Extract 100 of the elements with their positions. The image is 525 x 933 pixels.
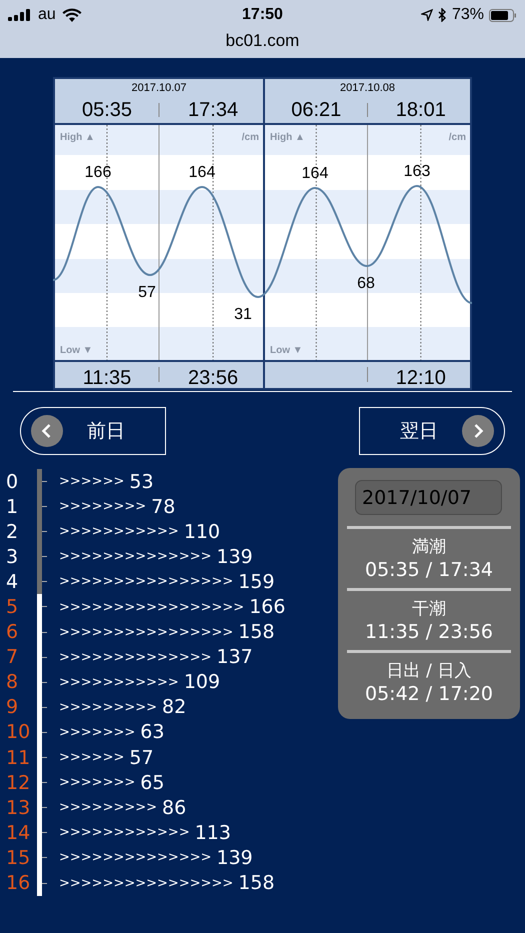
hour-label: 16: [5, 872, 32, 894]
hour-label: 13: [5, 796, 32, 819]
clock-time: 17:50: [242, 6, 283, 23]
timeline-segment: [36, 620, 47, 645]
timeline-segment: [36, 594, 47, 620]
section-times: 11:35 / 23:56: [365, 620, 493, 644]
section-times: 05:35 / 17:34: [365, 558, 493, 582]
timeline-segment: [36, 845, 47, 870]
tide-level: 110: [184, 520, 220, 543]
tide-level-label: 31: [234, 306, 252, 323]
level-arrows: >>>>>>>: [59, 724, 136, 740]
section-label: 干潮: [412, 599, 446, 620]
timeline-segment: [36, 670, 47, 695]
hour-label: 5: [5, 596, 20, 618]
hour-label: 14: [5, 822, 32, 844]
tide-level-label: 164: [302, 165, 328, 182]
level-arrows: >>>>>>>>>>>>>>: [59, 549, 212, 564]
tide-level: 53: [129, 470, 154, 493]
hour-label: 1: [5, 496, 20, 518]
high-tide-time: 17:34: [188, 99, 238, 121]
hour-label: 6: [5, 621, 20, 644]
section-label: 日出 / 日入: [386, 661, 472, 682]
low-legend: Low ▼: [270, 345, 303, 356]
hour-label: 10: [5, 721, 32, 744]
level-arrows: >>>>>>>>>: [59, 700, 158, 715]
timeline-segment: [36, 870, 47, 896]
tide-level: 63: [140, 721, 164, 744]
level-arrows: >>>>>>>>>>>>>>>>: [59, 574, 234, 590]
timeline-segment: [36, 770, 47, 796]
timeline-segment: [36, 519, 47, 544]
low-tide-time: 12:10: [396, 367, 446, 389]
tide-level-label: 166: [84, 164, 112, 181]
high-legend: High ▲: [270, 132, 305, 143]
timeline-segment: [36, 820, 47, 846]
hour-label: 2: [5, 520, 20, 543]
level-arrows: >>>>>>: [59, 474, 124, 490]
tide-level: 82: [162, 696, 186, 718]
low-legend: Low ▼: [60, 345, 93, 356]
hour-label: 7: [5, 646, 20, 668]
level-arrows: >>>>>>>>>>>: [59, 524, 179, 540]
hour-label: 9: [5, 696, 20, 718]
tide-level: 139: [216, 546, 253, 568]
level-arrows: >>>>>>>>>>>>>>>>: [59, 624, 234, 640]
level-arrows: >>>>>>: [59, 750, 124, 766]
tide-level-label: 57: [138, 284, 156, 301]
chevron-left-icon: [31, 415, 63, 447]
level-arrows: >>>>>>>>>>>: [59, 674, 179, 690]
high-tide-time: 18:01: [396, 99, 446, 121]
timeline-segment: [36, 720, 47, 746]
hour-label: 3: [5, 546, 20, 568]
tide-level-label: 68: [357, 275, 375, 292]
section-times: 05:42 / 17:20: [365, 682, 493, 706]
level-arrows: >>>>>>>>>>>>>>: [59, 850, 212, 866]
tide-level-label: 163: [404, 163, 430, 180]
tide-level: 78: [151, 496, 176, 518]
timeline-segment: [36, 544, 47, 570]
low-tide-time: 23:56: [188, 367, 238, 389]
hour-label: 15: [5, 846, 32, 869]
tide-level: 109: [184, 671, 220, 694]
signal-icon: [8, 9, 32, 21]
tide-level: 158: [238, 872, 275, 894]
timeline-segment: [36, 795, 47, 820]
level-arrows: >>>>>>>: [59, 775, 136, 790]
chart-date: 2017.10.07: [131, 82, 187, 94]
level-arrows: >>>>>>>>: [59, 499, 146, 514]
timeline-segment: [36, 745, 47, 770]
tide-level: 86: [162, 796, 186, 819]
timeline-segment: [36, 694, 47, 720]
hour-label: 11: [5, 746, 32, 769]
wifi-icon: [62, 8, 82, 22]
high-tide-time: 05:35: [82, 99, 132, 121]
unit-label: /cm: [448, 132, 466, 143]
high-legend: High ▲: [60, 132, 95, 143]
bluetooth-icon: [438, 8, 447, 22]
battery-percent: 73%: [452, 6, 484, 24]
tide-level: 159: [238, 570, 275, 593]
high-tide-time: 06:21: [291, 99, 342, 121]
address-url[interactable]: bc01.com: [226, 31, 300, 50]
level-arrows: >>>>>>>>>>>>>>: [59, 650, 212, 665]
tide-level: 158: [238, 621, 275, 644]
hour-label: 0: [5, 470, 20, 493]
low-tide-time: 11:35: [82, 367, 132, 389]
tide-level: 166: [249, 596, 286, 618]
hour-label: 4: [5, 570, 20, 593]
tide-level: 137: [216, 646, 253, 668]
tide-level: 139: [216, 846, 253, 869]
chart-date: 2017.10.08: [340, 82, 396, 94]
tide-level: 113: [194, 822, 231, 844]
level-arrows: >>>>>>>>>>>>: [59, 825, 190, 840]
carrier-name: au: [38, 6, 56, 24]
previous-day-button[interactable]: 前日: [20, 407, 166, 455]
hour-label: 12: [5, 772, 32, 794]
level-arrows: >>>>>>>>>>>>>>>>: [59, 876, 234, 891]
timeline-segment: [36, 569, 47, 594]
battery-icon: [489, 8, 517, 22]
unit-label: /cm: [242, 132, 259, 143]
next-day-button[interactable]: 翌日: [359, 407, 505, 455]
hour-label: 8: [5, 671, 20, 694]
location-arrow-icon: [420, 9, 433, 21]
level-arrows: >>>>>>>>>: [59, 800, 158, 816]
